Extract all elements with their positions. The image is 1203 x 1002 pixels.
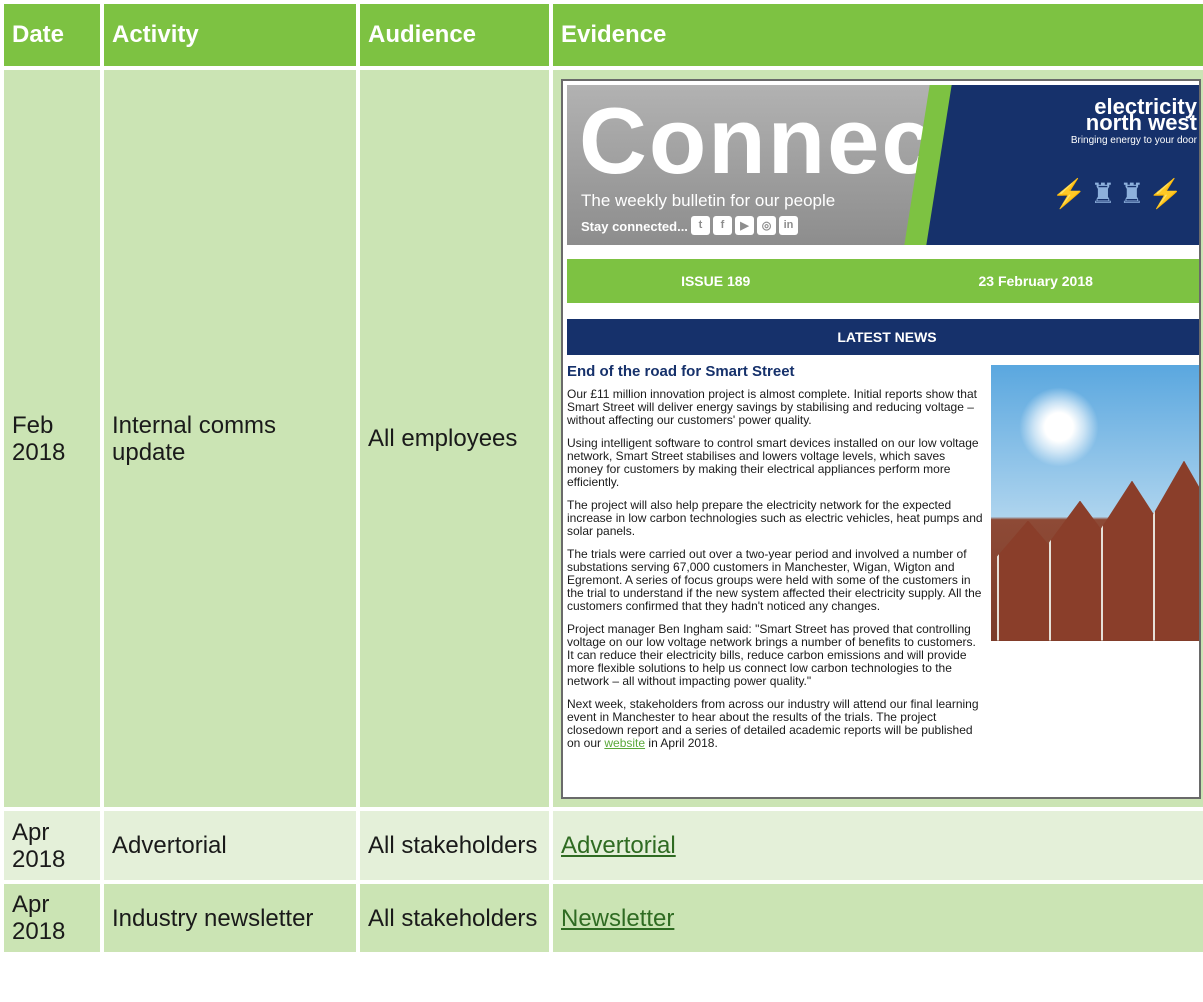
table-row: Apr 2018 Advertorial All stakeholders Ad… (0, 807, 1203, 884)
issue-bar: ISSUE 189 23 February 2018 (567, 258, 1199, 303)
article-text: End of the road for Smart Street Our £11… (567, 362, 983, 750)
audience-cell: All stakeholders (356, 880, 553, 956)
brand-tagline: Bringing energy to your door (1070, 134, 1197, 146)
header-audience: Audience (356, 0, 553, 70)
website-link[interactable]: website (604, 736, 645, 750)
header-row: Date Activity Audience Evidence (0, 0, 1203, 70)
linkedin-icon: in (779, 215, 798, 235)
twitter-icon: t (691, 215, 710, 235)
article-paragraph: The project will also help prepare the e… (567, 497, 983, 538)
issue-number: ISSUE 189 (681, 272, 751, 289)
audience-cell: All stakeholders (356, 807, 553, 884)
article-paragraph: Using intelligent software to control sm… (567, 435, 979, 489)
article-paragraph: Our £11 million innovation project is al… (567, 386, 977, 427)
article-paragraph: Project manager Ben Ingham said: "Smart … (567, 621, 976, 688)
issue-date: 23 February 2018 (978, 272, 1093, 289)
youtube-icon: ▶ (735, 215, 754, 235)
newsletter-link[interactable]: Newsletter (561, 905, 674, 932)
activity-cell: Industry newsletter (100, 880, 360, 956)
table-row: Feb 2018 Internal comms update All emplo… (0, 66, 1203, 811)
newsletter-screenshot: Connect The weekly bulletin for our peop… (561, 78, 1201, 799)
evidence-cell: Newsletter (549, 880, 1203, 956)
header-evidence: Evidence (549, 0, 1203, 70)
brand-name-line2: north west (1085, 109, 1197, 135)
newsletter-title: Connect (579, 87, 969, 193)
date-cell: Feb 2018 (0, 66, 104, 811)
evidence-cell: Advertorial (549, 807, 1203, 884)
table-row: Apr 2018 Industry newsletter All stakeho… (0, 880, 1203, 956)
stay-connected-label: Stay connected... (581, 218, 688, 234)
sun-glare (1019, 386, 1099, 467)
audience-cell: All employees (356, 66, 553, 811)
article: End of the road for Smart Street Our £11… (567, 362, 1199, 750)
date-cell: Apr 2018 (0, 880, 104, 956)
house-roof (1153, 460, 1199, 641)
newsletter-subtitle: The weekly bulletin for our people (581, 190, 836, 210)
facebook-icon: f (713, 215, 732, 235)
header-date: Date (0, 0, 104, 70)
instagram-icon: ◎ (757, 215, 776, 235)
activity-cell: Internal comms update (100, 66, 360, 811)
advertorial-link[interactable]: Advertorial (561, 832, 676, 859)
article-paragraph: The trials were carried out over a two-y… (567, 546, 982, 613)
article-paragraph-last: Next week, stakeholders from across our … (567, 696, 979, 750)
pylon-icon: ⚡ ♜ ♜ ⚡ (1051, 177, 1183, 209)
date-cell: Apr 2018 (0, 807, 104, 884)
header-activity: Activity (100, 0, 360, 70)
solar-houses-photo (991, 364, 1199, 641)
activity-cell: Advertorial (100, 807, 360, 884)
section-bar: LATEST NEWS (567, 318, 1199, 355)
activity-table: Date Activity Audience Evidence Feb 2018… (0, 0, 1203, 956)
social-icons: t f ▶ ◎ in (691, 215, 798, 235)
brand-logo: electricity north west Bringing energy t… (971, 85, 1199, 245)
newsletter-banner: Connect The weekly bulletin for our peop… (567, 84, 1199, 245)
evidence-cell: Connect The weekly bulletin for our peop… (549, 66, 1203, 811)
article-headline: End of the road for Smart Street (567, 362, 795, 380)
